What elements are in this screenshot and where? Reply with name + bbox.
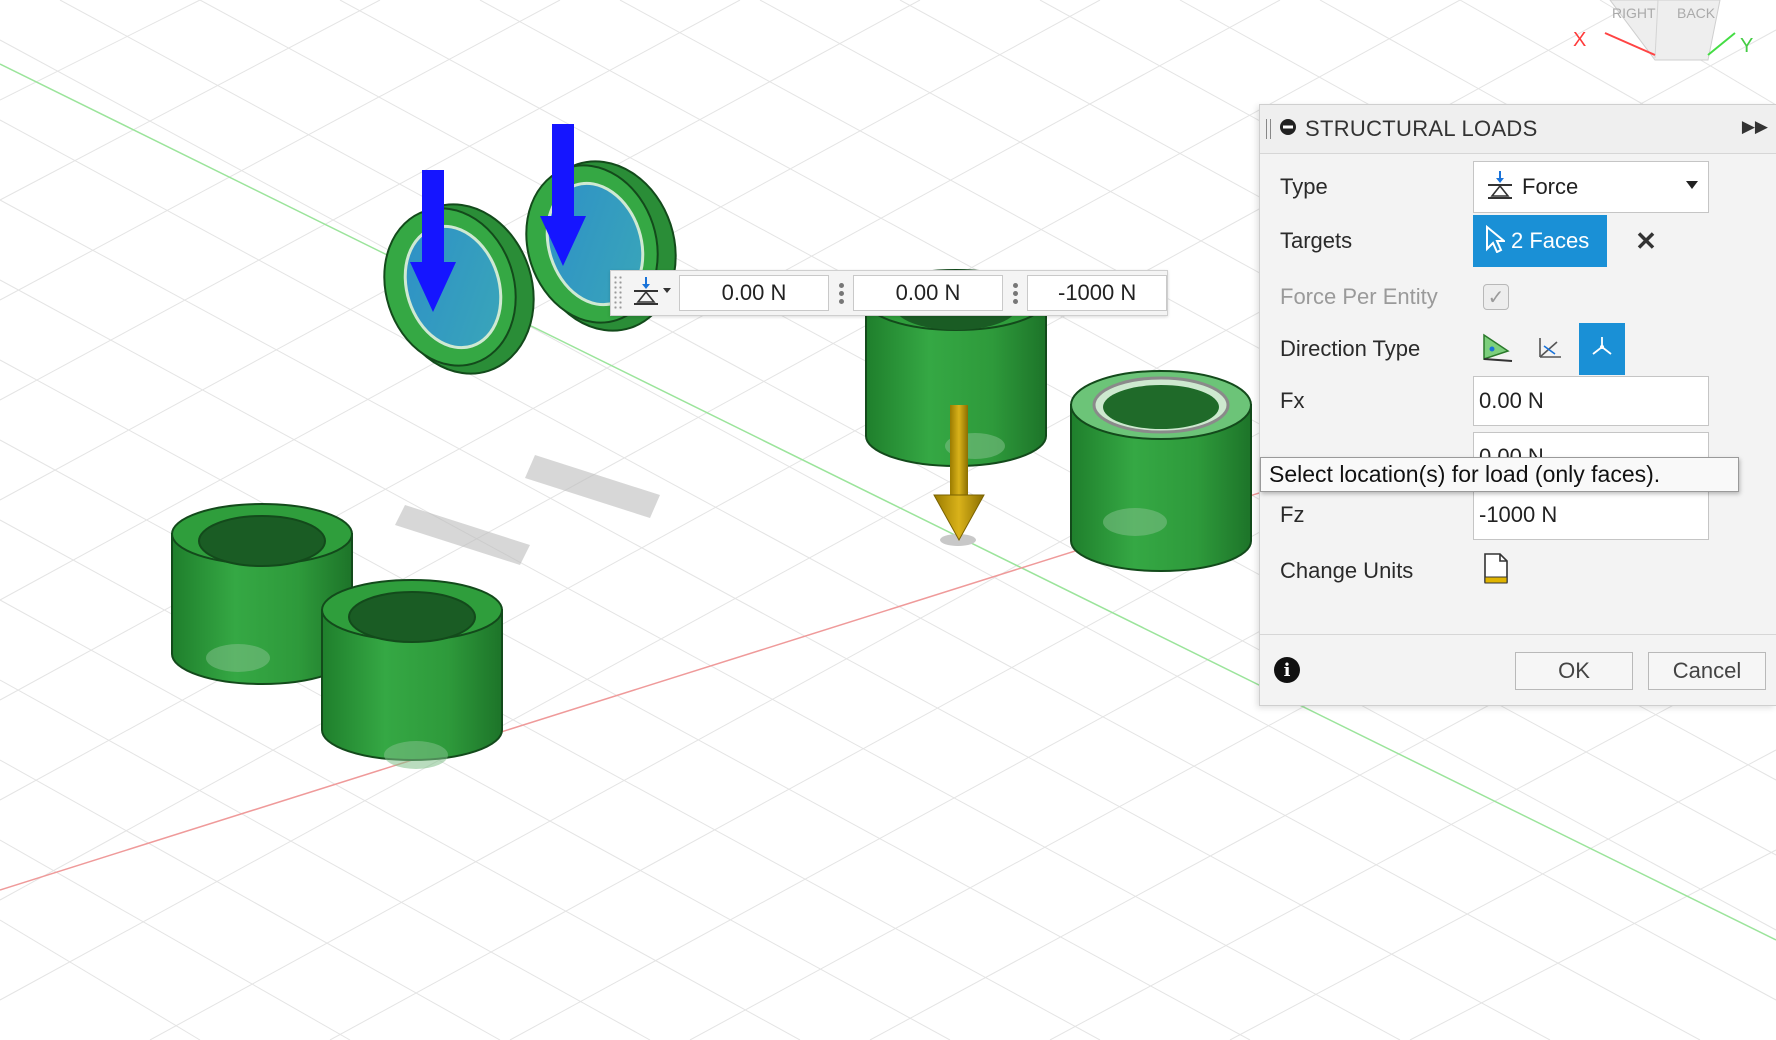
panel-title: STRUCTURAL LOADS (1305, 116, 1538, 141)
direction-vector-button[interactable] (1527, 323, 1573, 375)
lock-icon (206, 644, 270, 672)
change-units-row: Change Units (1260, 545, 1776, 597)
targets-row: Targets 2 Faces ✕ (1260, 215, 1776, 267)
force-per-entity-checkbox[interactable]: ✓ (1483, 284, 1509, 310)
fz-label: Fz (1280, 502, 1305, 527)
toolbar-grip[interactable] (613, 275, 623, 311)
type-dropdown[interactable]: Force (1473, 161, 1709, 213)
expand-panel-icon[interactable]: ▶▶ (1742, 117, 1768, 137)
targets-label: Targets (1280, 228, 1353, 253)
ok-button[interactable]: OK (1515, 652, 1633, 690)
force-per-entity-label: Force Per Entity (1280, 284, 1438, 309)
cancel-button[interactable]: Cancel (1648, 652, 1766, 690)
direction-components-button[interactable] (1579, 323, 1625, 375)
units-document-icon (1481, 552, 1511, 591)
type-row: Type Force (1260, 161, 1776, 213)
lock-icon (1103, 508, 1167, 536)
fy-inline-input[interactable]: 0.00 N (853, 275, 1003, 311)
angle-icon (1478, 331, 1514, 368)
fx-inline-input[interactable]: 0.00 N (679, 275, 829, 311)
x-axis-label: X (1573, 29, 1586, 51)
panel-drag-handle[interactable] (1266, 119, 1271, 139)
toolbar-separator (1003, 273, 1027, 313)
type-label: Type (1280, 174, 1328, 199)
inline-load-toolbar: 0.00 N 0.00 N -1000 N (610, 270, 1168, 316)
change-units-label: Change Units (1280, 558, 1414, 583)
direction-angle-button[interactable] (1473, 323, 1519, 375)
force-icon (630, 276, 672, 311)
panel-header: STRUCTURAL LOADS ▶▶ (1260, 105, 1776, 154)
load-type-dropdown[interactable] (623, 273, 679, 313)
force-icon (1486, 170, 1514, 205)
info-icon[interactable]: i (1274, 657, 1300, 683)
force-per-entity-row: Force Per Entity ✓ (1260, 271, 1776, 323)
direction-type-label: Direction Type (1280, 336, 1421, 361)
change-units-button[interactable] (1473, 545, 1519, 597)
fz-input[interactable]: -1000 N (1473, 490, 1709, 540)
direction-type-row: Direction Type (1260, 323, 1776, 375)
clear-selection-icon[interactable]: ✕ (1628, 223, 1664, 259)
fx-row: Fx 0.00 N (1260, 375, 1776, 427)
collapse-icon[interactable] (1279, 118, 1297, 141)
view-cube-face-right: RIGHT (1612, 5, 1656, 21)
view-cube-face-back: BACK (1677, 5, 1716, 21)
targets-count: 2 Faces (1511, 228, 1590, 253)
fx-label: Fx (1280, 388, 1305, 413)
cylinder-part[interactable] (321, 579, 503, 769)
y-axis-label: Y (1740, 35, 1753, 57)
panel-footer: i OK Cancel (1260, 634, 1776, 705)
fx-input[interactable]: 0.00 N (1473, 376, 1709, 426)
vector-icon (1535, 332, 1565, 367)
fz-row: Fz -1000 N (1260, 489, 1776, 541)
toolbar-separator (829, 273, 853, 313)
components-icon (1587, 332, 1617, 367)
chevron-down-icon (1686, 181, 1698, 189)
targets-select-button[interactable]: 2 Faces (1473, 215, 1607, 267)
lock-icon (384, 741, 448, 769)
cursor-arrow-icon (1485, 224, 1507, 258)
cylinder-part[interactable] (1070, 370, 1252, 572)
type-dropdown-value: Force (1522, 174, 1579, 199)
targets-tooltip: Select location(s) for load (only faces)… (1260, 457, 1739, 492)
structural-loads-panel: STRUCTURAL LOADS ▶▶ Type Force Targets 2… (1259, 104, 1776, 706)
fz-inline-input[interactable]: -1000 N (1027, 275, 1167, 311)
